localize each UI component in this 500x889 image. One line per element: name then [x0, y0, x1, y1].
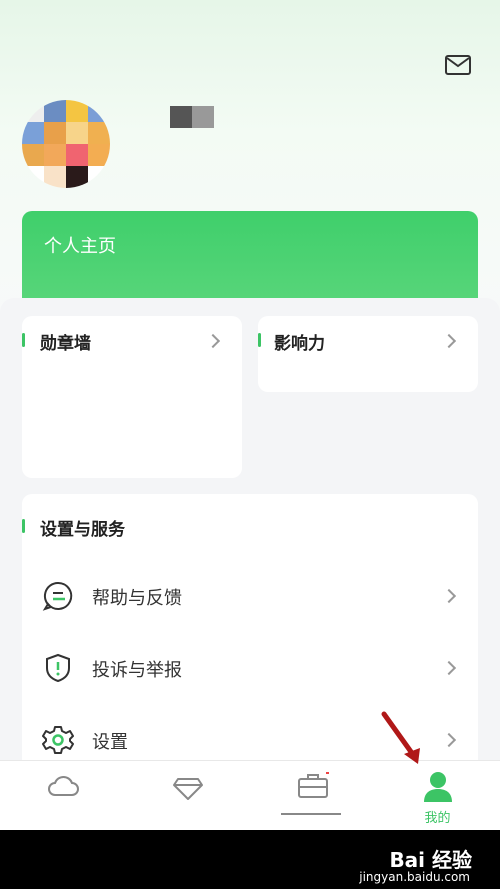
chevron-right-icon [205, 333, 221, 349]
complaint-report-label: 投诉与举报 [92, 660, 182, 681]
watermark-footer: Bai 经验 jingyan.baidu.com [0, 830, 500, 889]
watermark-brand: Bai 经验 [389, 848, 472, 872]
personal-homepage-label: 个人主页 [44, 236, 116, 257]
tab-cloud[interactable] [0, 761, 125, 831]
shield-alert-icon [46, 653, 70, 683]
badge-wall-title: 勋章墙 [40, 334, 91, 354]
section-marker [22, 333, 25, 347]
influence-title: 影响力 [274, 334, 325, 354]
arrow-annotation [381, 711, 420, 764]
complaint-report-row[interactable]: 投诉与举报 [22, 636, 478, 700]
tab-mine[interactable]: 我的 [375, 761, 500, 831]
cloud-icon [48, 776, 79, 796]
personal-homepage-card[interactable]: 个人主页 [22, 211, 478, 311]
bottom-tab-bar: 我的 [0, 760, 500, 830]
services-title: 设置与服务 [40, 520, 125, 540]
tab-mine-label: 我的 [424, 811, 451, 826]
username-blurred [170, 106, 214, 128]
mail-icon[interactable] [444, 52, 472, 78]
settings-label: 设置 [92, 732, 128, 753]
badge-wall-card[interactable]: 勋章墙 [22, 316, 242, 478]
chevron-right-icon [441, 588, 457, 604]
influence-card[interactable]: 影响力 [258, 316, 478, 392]
toolbox-icon [298, 772, 329, 798]
person-icon [424, 772, 452, 802]
tab-tools[interactable] [250, 761, 375, 831]
avatar[interactable] [22, 100, 110, 188]
chevron-right-icon [441, 732, 457, 748]
gear-icon [42, 726, 74, 754]
chat-help-icon [42, 581, 73, 611]
tab-discover[interactable] [125, 761, 250, 831]
help-feedback-row[interactable]: 帮助与反馈 [22, 564, 478, 628]
chevron-right-icon [441, 333, 457, 349]
section-marker [258, 333, 261, 347]
watermark-url: jingyan.baidu.com [359, 870, 470, 884]
tab-indicator [281, 813, 341, 815]
diamond-icon [173, 778, 203, 800]
section-marker [22, 519, 25, 533]
help-feedback-label: 帮助与反馈 [92, 588, 182, 609]
chevron-right-icon [441, 660, 457, 676]
